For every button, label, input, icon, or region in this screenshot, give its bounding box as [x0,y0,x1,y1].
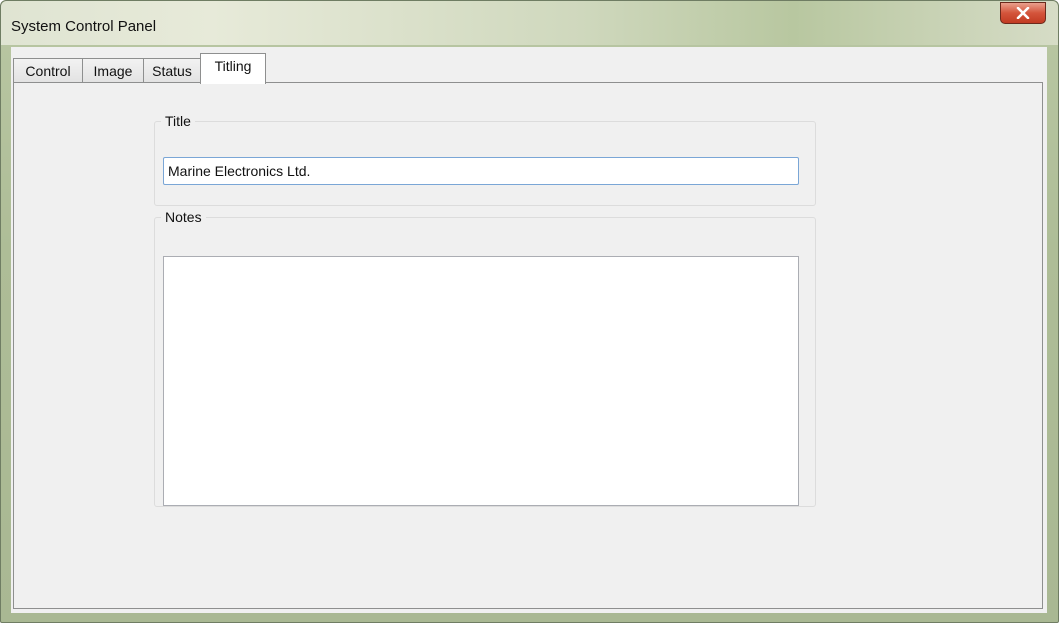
tab-panel-titling: Title Notes [13,82,1043,609]
title-input[interactable] [163,157,799,185]
close-icon [1016,7,1030,19]
tab-control-label: Control [25,62,71,79]
notes-textarea[interactable] [163,256,799,506]
close-button[interactable] [1000,2,1046,24]
title-bar[interactable]: System Control Panel [1,1,1058,45]
tab-titling[interactable]: Titling [200,53,266,84]
title-groupbox: Title [154,113,816,206]
notes-groupbox: Notes [154,209,816,507]
tab-titling-label: Titling [214,58,252,74]
tab-image-label: Image [93,62,133,79]
tab-status-label: Status [152,62,192,79]
tab-status[interactable]: Status [143,58,201,82]
notes-group-label: Notes [161,209,206,225]
title-group-label: Title [161,113,195,129]
tab-image[interactable]: Image [82,58,144,82]
window: System Control Panel Control Image Statu… [0,0,1059,623]
window-title: System Control Panel [11,18,157,35]
client-area: Control Image Status Titling Title Notes [11,47,1047,613]
tab-control[interactable]: Control [13,58,83,82]
